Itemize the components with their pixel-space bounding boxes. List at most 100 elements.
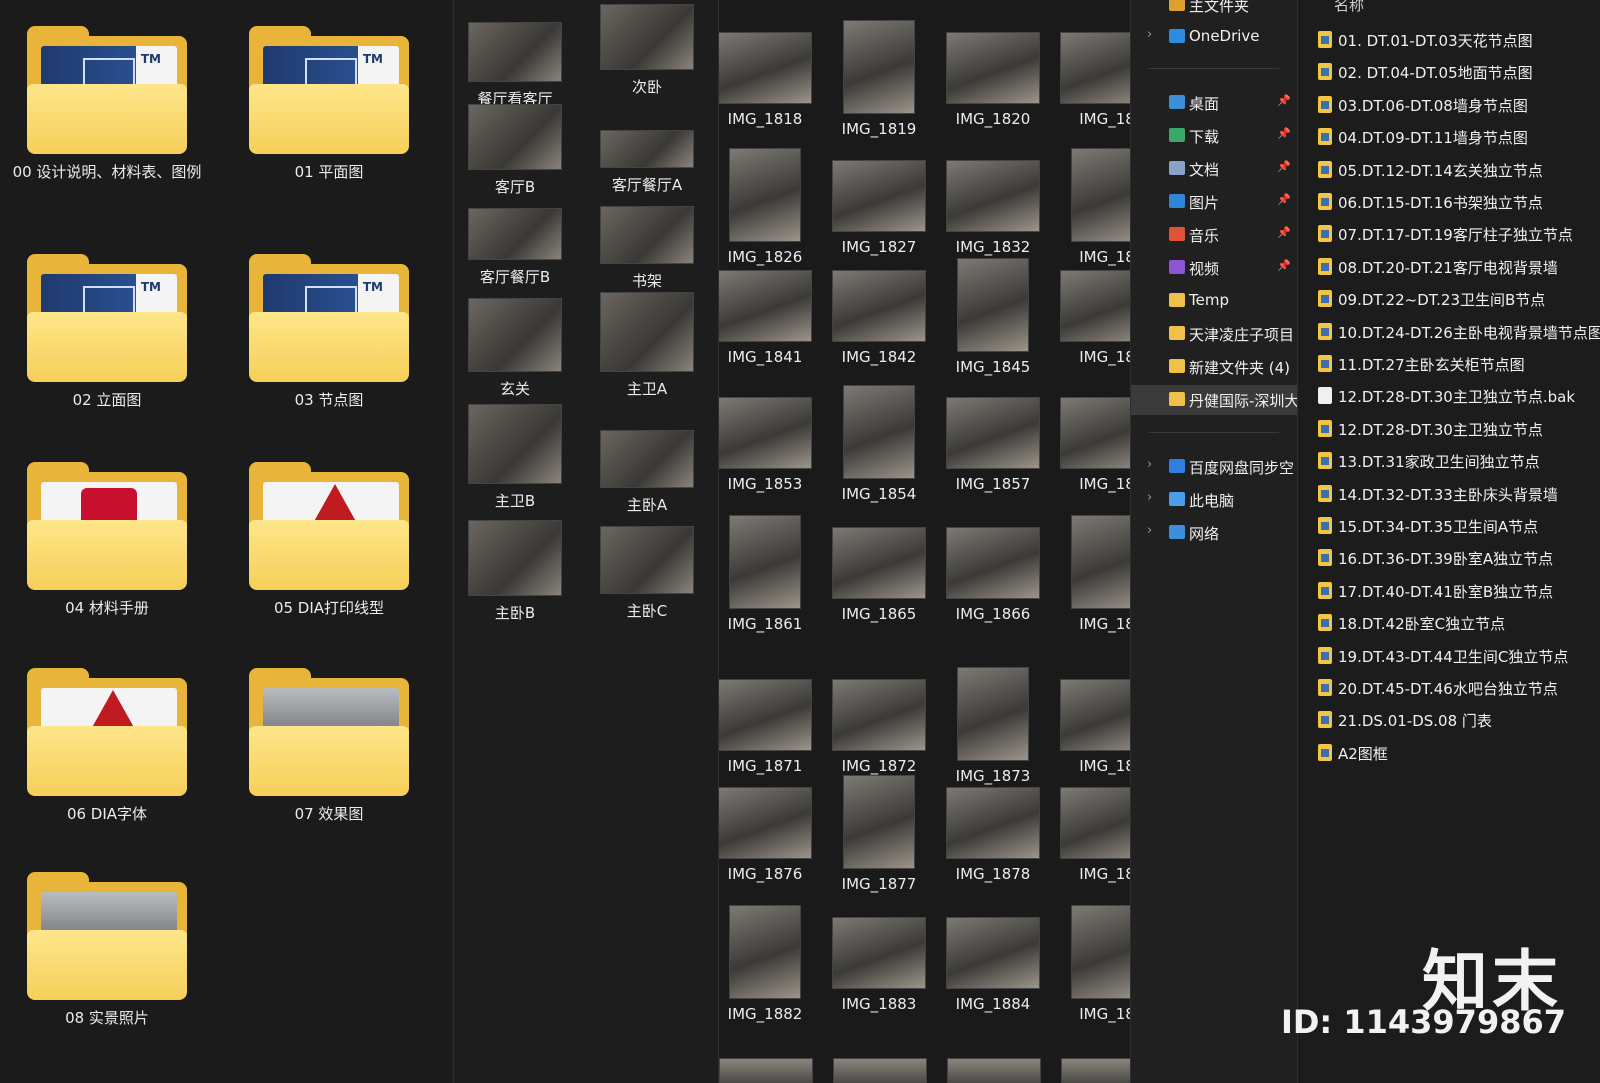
render-thumbnail[interactable]: 餐厅看客厅 [454,22,580,109]
render-thumbnail[interactable]: 主卧B [454,520,580,623]
photo-thumbnail[interactable]: IMG_1832 [937,148,1049,256]
photo-thumbnail[interactable]: IMG_18 [1051,258,1131,366]
thumbnail-label: IMG_18 [1079,615,1131,633]
photo-thumbnail[interactable]: IMG_1841 [719,258,821,366]
thumbnail-label: IMG_1865 [841,605,917,623]
photo-thumbnail[interactable]: IMG_18 [1051,775,1131,883]
thumbnail-label: IMG_1877 [841,875,917,893]
thumbnail-image [1060,32,1131,104]
column-header-name[interactable]: 名称 [1334,0,1364,15]
folder-item[interactable]: 04 材料手册 [7,462,207,618]
folder-item[interactable]: 08 实景照片 [7,872,207,1028]
photo-thumbnail[interactable]: IMG_18 [1051,385,1131,493]
thumbnail-image [832,270,926,342]
autocad-folder-icon [249,462,409,590]
render-thumbnail[interactable]: 客厅B [454,104,580,197]
photo-thumbnail[interactable]: IMG_18 [1051,20,1131,128]
file-name: 01. DT.01-DT.03天花节点图 [1338,32,1533,50]
photo-thumbnail[interactable]: IMG_1884 [937,905,1049,1013]
folder-item[interactable]: TM 00 设计说明、材料表、图例 [7,26,207,182]
nav-item[interactable]: 丹健国际-深圳大 [1131,385,1297,415]
dwg-file-icon [1318,31,1332,48]
photo-thumbnail[interactable]: IMG_1853 [719,385,821,493]
photo-thumbnail-partial[interactable] [947,1058,1041,1083]
pin-icon: 📌 [1277,160,1291,173]
nav-item[interactable]: Temp [1131,286,1297,316]
thumbnail-image [600,430,694,488]
render-thumbnail[interactable]: 客厅餐厅B [454,208,580,287]
nav-item[interactable]: 文档 📌 [1131,154,1297,184]
photo-thumbnail[interactable]: IMG_1826 [719,148,821,266]
photo-thumbnail[interactable]: IMG_18 [1051,515,1131,633]
nav-item[interactable]: › 百度网盘同步空 [1131,452,1297,482]
photo-thumbnail-partial[interactable] [833,1058,927,1083]
nav-item[interactable]: › 此电脑 [1131,485,1297,515]
render-thumbnail[interactable]: 主卫A [582,292,712,399]
folder-item[interactable]: TM 02 立面图 [7,254,207,410]
nav-item[interactable]: 天津凌庄子项目 [1131,319,1297,349]
photo-thumbnail[interactable]: IMG_18 [1051,148,1131,266]
nav-item[interactable]: 音乐 📌 [1131,220,1297,250]
nav-item[interactable]: 桌面 📌 [1131,88,1297,118]
folder-item[interactable]: 06 DIA字体 [7,668,207,824]
photo-thumbnail[interactable]: IMG_1873 [937,667,1049,785]
photo-thumbnail[interactable]: IMG_1857 [937,385,1049,493]
photo-thumbnail[interactable]: IMG_1854 [823,385,935,503]
folder-item[interactable]: 07 效果图 [229,668,429,824]
photo-thumbnail[interactable]: IMG_1820 [937,20,1049,128]
photo-folder-icon [27,872,187,1000]
chevron-right-icon[interactable]: › [1147,490,1152,505]
nav-item[interactable]: › 网络 [1131,518,1297,548]
folder-item[interactable]: TM 03 节点图 [229,254,429,410]
nav-item[interactable]: 图片 📌 [1131,187,1297,217]
photo-thumbnail[interactable]: IMG_1878 [937,775,1049,883]
chevron-right-icon[interactable]: › [1147,27,1152,42]
nav-item[interactable]: 新建文件夹 (4) [1131,352,1297,382]
photo-thumbnail[interactable]: IMG_1865 [823,515,935,623]
photo-thumbnail[interactable]: IMG_1876 [719,775,821,883]
document-icon [1169,161,1185,175]
photo-thumbnail[interactable]: IMG_1871 [719,667,821,775]
dwg-file-icon [1318,614,1332,632]
photo-thumbnail[interactable]: IMG_1866 [937,515,1049,623]
folder-icon [1169,326,1185,340]
nav-item[interactable]: 主文件夹 [1131,0,1297,20]
render-thumbnail[interactable]: 主卧C [582,526,712,621]
render-thumbnail[interactable]: 主卧A [582,430,712,515]
photo-thumbnail[interactable]: IMG_1827 [823,148,935,256]
thumbnail-image [946,787,1040,859]
folder-item[interactable]: 05 DIA打印线型 [229,462,429,618]
render-thumbnail[interactable]: 书架 [582,206,712,291]
dwg-file-icon [1318,419,1332,437]
file-name: A2图框 [1338,744,1388,763]
render-thumbnail[interactable]: 主卫B [454,404,580,511]
photo-thumbnail[interactable]: IMG_1842 [823,258,935,366]
photo-thumbnail[interactable]: IMG_1877 [823,775,935,893]
photo-thumbnail-partial[interactable] [1061,1058,1131,1083]
photo-thumbnail[interactable]: IMG_1882 [719,905,821,1023]
photo-thumbnail[interactable]: IMG_1845 [937,258,1049,376]
nav-item[interactable]: 下载 📌 [1131,121,1297,151]
folder-item[interactable]: TM 01 平面图 [229,26,429,182]
dwg-file-icon [1318,63,1332,81]
photo-thumbnail[interactable]: IMG_1872 [823,667,935,775]
thumbnail-image [832,917,926,989]
photo-thumbnail[interactable]: IMG_18 [1051,667,1131,775]
chevron-right-icon[interactable]: › [1147,457,1152,472]
thumbnail-label: 客厅餐厅A [611,176,683,194]
render-thumbnail[interactable]: 玄关 [454,298,580,399]
photo-thumbnail-partial[interactable] [719,1058,813,1083]
computer-icon [1169,492,1185,506]
render-thumbnail[interactable]: 客厅餐厅A [582,130,712,195]
photo-thumbnail[interactable]: IMG_1883 [823,905,935,1013]
folder-icon [1169,359,1185,373]
nav-item[interactable]: 视频 📌 [1131,253,1297,283]
photo-thumbnail[interactable]: IMG_1818 [719,20,821,128]
photo-thumbnail[interactable]: IMG_1861 [719,515,821,633]
thumbnail-image [729,148,801,242]
photo-thumbnail[interactable]: IMG_1819 [823,20,935,138]
chevron-right-icon[interactable]: › [1147,523,1152,538]
photo-thumbnail[interactable]: IMG_18 [1051,905,1131,1023]
nav-item[interactable]: › OneDrive [1131,22,1297,52]
render-thumbnail[interactable]: 次卧 [582,4,712,97]
